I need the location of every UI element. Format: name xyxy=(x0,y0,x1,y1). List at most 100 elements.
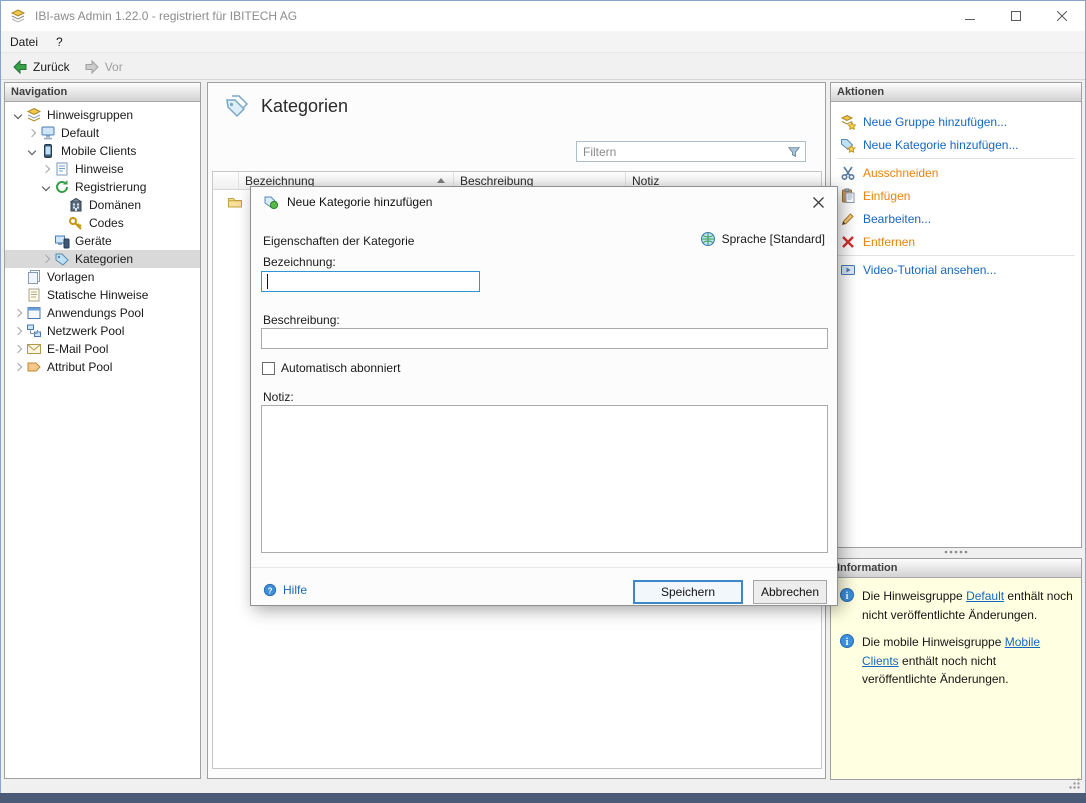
tree-item-kategorien[interactable]: Kategorien xyxy=(5,250,200,268)
info-text-prefix: Die Hinweisgruppe xyxy=(862,589,967,603)
back-button[interactable]: Zurück xyxy=(5,56,77,78)
navigation-tree: Hinweisgruppen Default Mobile Clients Hi… xyxy=(5,102,200,376)
tree-item-hinweise[interactable]: Hinweise xyxy=(5,160,200,178)
tree-item-label: Mobile Clients xyxy=(61,144,137,158)
tag-icon xyxy=(54,251,70,267)
actions-separator xyxy=(837,158,1075,159)
auto-subscribe-checkbox[interactable] xyxy=(262,362,275,375)
statusbar xyxy=(1,777,1085,793)
templates-icon xyxy=(26,269,42,285)
info-icon: i xyxy=(839,633,855,649)
dialog-close-button[interactable] xyxy=(799,189,837,216)
auto-subscribe-label: Automatisch abonniert xyxy=(281,361,401,375)
chevron-expanded-icon[interactable] xyxy=(27,146,37,156)
splitter-dots-icon xyxy=(944,550,968,553)
tree-item-label: E-Mail Pool xyxy=(47,342,109,356)
chevron-collapsed-icon[interactable] xyxy=(27,128,37,138)
beschreibung-input[interactable] xyxy=(261,328,828,349)
tree-item-vorlagen[interactable]: Vorlagen xyxy=(5,268,200,286)
chevron-expanded-icon[interactable] xyxy=(41,182,51,192)
devices-icon xyxy=(54,233,70,249)
action-paste[interactable]: Einfügen xyxy=(831,184,1081,207)
chevron-collapsed-icon[interactable] xyxy=(13,362,23,372)
bottom-bar xyxy=(0,793,1086,803)
action-new-category[interactable]: Neue Kategorie hinzufügen... xyxy=(831,133,1081,156)
close-button[interactable] xyxy=(1039,1,1085,31)
tree-item-codes[interactable]: Codes xyxy=(5,214,200,232)
chevron-collapsed-icon[interactable] xyxy=(41,164,51,174)
navigation-panel: Navigation Hinweisgruppen Default Mobile… xyxy=(4,82,201,779)
action-label: Einfügen xyxy=(863,188,911,203)
tree-item-label: Hinweise xyxy=(75,162,124,176)
action-new-group[interactable]: Neue Gruppe hinzufügen... xyxy=(831,110,1081,133)
tree-item-anwendungs-pool[interactable]: Anwendungs Pool xyxy=(5,304,200,322)
chevron-expanded-icon[interactable] xyxy=(13,110,23,120)
info-item: i Die mobile Hinweisgruppe Mobile Client… xyxy=(831,624,1081,689)
tree-item-attribut-pool[interactable]: Attribut Pool xyxy=(5,358,200,376)
save-button[interactable]: Speichern xyxy=(633,580,743,604)
menu-datei[interactable]: Datei xyxy=(1,32,47,52)
category-dialog-icon xyxy=(263,194,279,210)
tree-item-mobile-clients[interactable]: Mobile Clients xyxy=(5,142,200,160)
bezeichnung-input[interactable] xyxy=(261,271,480,292)
chevron-collapsed-icon[interactable] xyxy=(13,326,23,336)
dialog-footer-divider xyxy=(251,567,837,568)
action-label: Bearbeiten... xyxy=(863,211,932,226)
resize-grip-icon[interactable] xyxy=(1068,777,1081,793)
globe-icon xyxy=(700,231,716,247)
tree-item-hinweisgruppen[interactable]: Hinweisgruppen xyxy=(5,106,200,124)
app-window: IBI-aws Admin 1.22.0 - registriert für I… xyxy=(0,0,1086,803)
language-label: Sprache [Standard] xyxy=(721,232,825,246)
new-category-dialog: Neue Kategorie hinzufügen Eigenschaften … xyxy=(250,186,838,606)
computer-icon xyxy=(40,125,56,141)
tree-item-label: Default xyxy=(61,126,100,140)
menu-help[interactable]: ? xyxy=(47,32,72,52)
actions-header: Aktionen xyxy=(831,83,1081,102)
tree-item-label: Registrierung xyxy=(75,180,147,194)
chevron-collapsed-icon[interactable] xyxy=(13,308,23,318)
minimize-button[interactable] xyxy=(947,1,993,31)
close-icon xyxy=(1057,11,1067,21)
svg-text:i: i xyxy=(846,637,849,648)
minimize-icon xyxy=(965,19,975,20)
action-edit[interactable]: Bearbeiten... xyxy=(831,207,1081,230)
chevron-collapsed-icon[interactable] xyxy=(41,254,51,264)
network-pool-icon xyxy=(26,323,42,339)
tree-item-registrierung[interactable]: Registrierung xyxy=(5,178,200,196)
titlebar: IBI-aws Admin 1.22.0 - registriert für I… xyxy=(1,1,1085,31)
tree-item-label: Statische Hinweise xyxy=(47,288,149,302)
info-icon: i xyxy=(839,587,855,603)
help-link[interactable]: ? Hilfe xyxy=(263,583,307,597)
forward-label: Vor xyxy=(104,59,123,74)
help-label: Hilfe xyxy=(283,583,308,597)
tree-item-domaenen[interactable]: Domänen xyxy=(5,196,200,214)
beschreibung-label: Beschreibung: xyxy=(263,313,340,327)
filter-input[interactable] xyxy=(577,144,783,159)
panel-splitter[interactable] xyxy=(830,546,1082,557)
tree-item-statische-hinweise[interactable]: Statische Hinweise xyxy=(5,286,200,304)
link-default[interactable]: Default xyxy=(966,589,1004,603)
action-remove[interactable]: Entfernen xyxy=(831,230,1081,253)
tree-item-geraete[interactable]: Geräte xyxy=(5,232,200,250)
cancel-button[interactable]: Abbrechen xyxy=(753,580,827,604)
tree-item-label: Geräte xyxy=(75,234,112,248)
window-controls xyxy=(947,1,1085,31)
maximize-button[interactable] xyxy=(993,1,1039,31)
tree-item-email-pool[interactable]: E-Mail Pool xyxy=(5,340,200,358)
chevron-collapsed-icon[interactable] xyxy=(13,344,23,354)
action-label: Neue Gruppe hinzufügen... xyxy=(863,114,1008,129)
tree-item-default[interactable]: Default xyxy=(5,124,200,142)
information-panel: Information i Die Hinweisgruppe Default … xyxy=(830,558,1082,780)
tree-item-netzwerk-pool[interactable]: Netzwerk Pool xyxy=(5,322,200,340)
info-text-prefix: Die mobile Hinweisgruppe xyxy=(862,635,1005,650)
action-video-tutorial[interactable]: Video-Tutorial ansehen... xyxy=(831,258,1081,281)
info-text: Die Hinweisgruppe Default enthält noch n… xyxy=(862,587,1073,624)
language-button[interactable]: Sprache [Standard] xyxy=(700,231,825,247)
notiz-textarea[interactable] xyxy=(261,405,828,553)
column-header-icon[interactable] xyxy=(213,172,239,189)
forward-button[interactable]: Vor xyxy=(77,56,130,78)
maximize-icon xyxy=(1011,11,1021,21)
info-text: Die mobile Hinweisgruppe Mobile Clients … xyxy=(862,633,1073,689)
funnel-icon[interactable] xyxy=(783,142,805,161)
action-cut[interactable]: Ausschneiden xyxy=(831,161,1081,184)
